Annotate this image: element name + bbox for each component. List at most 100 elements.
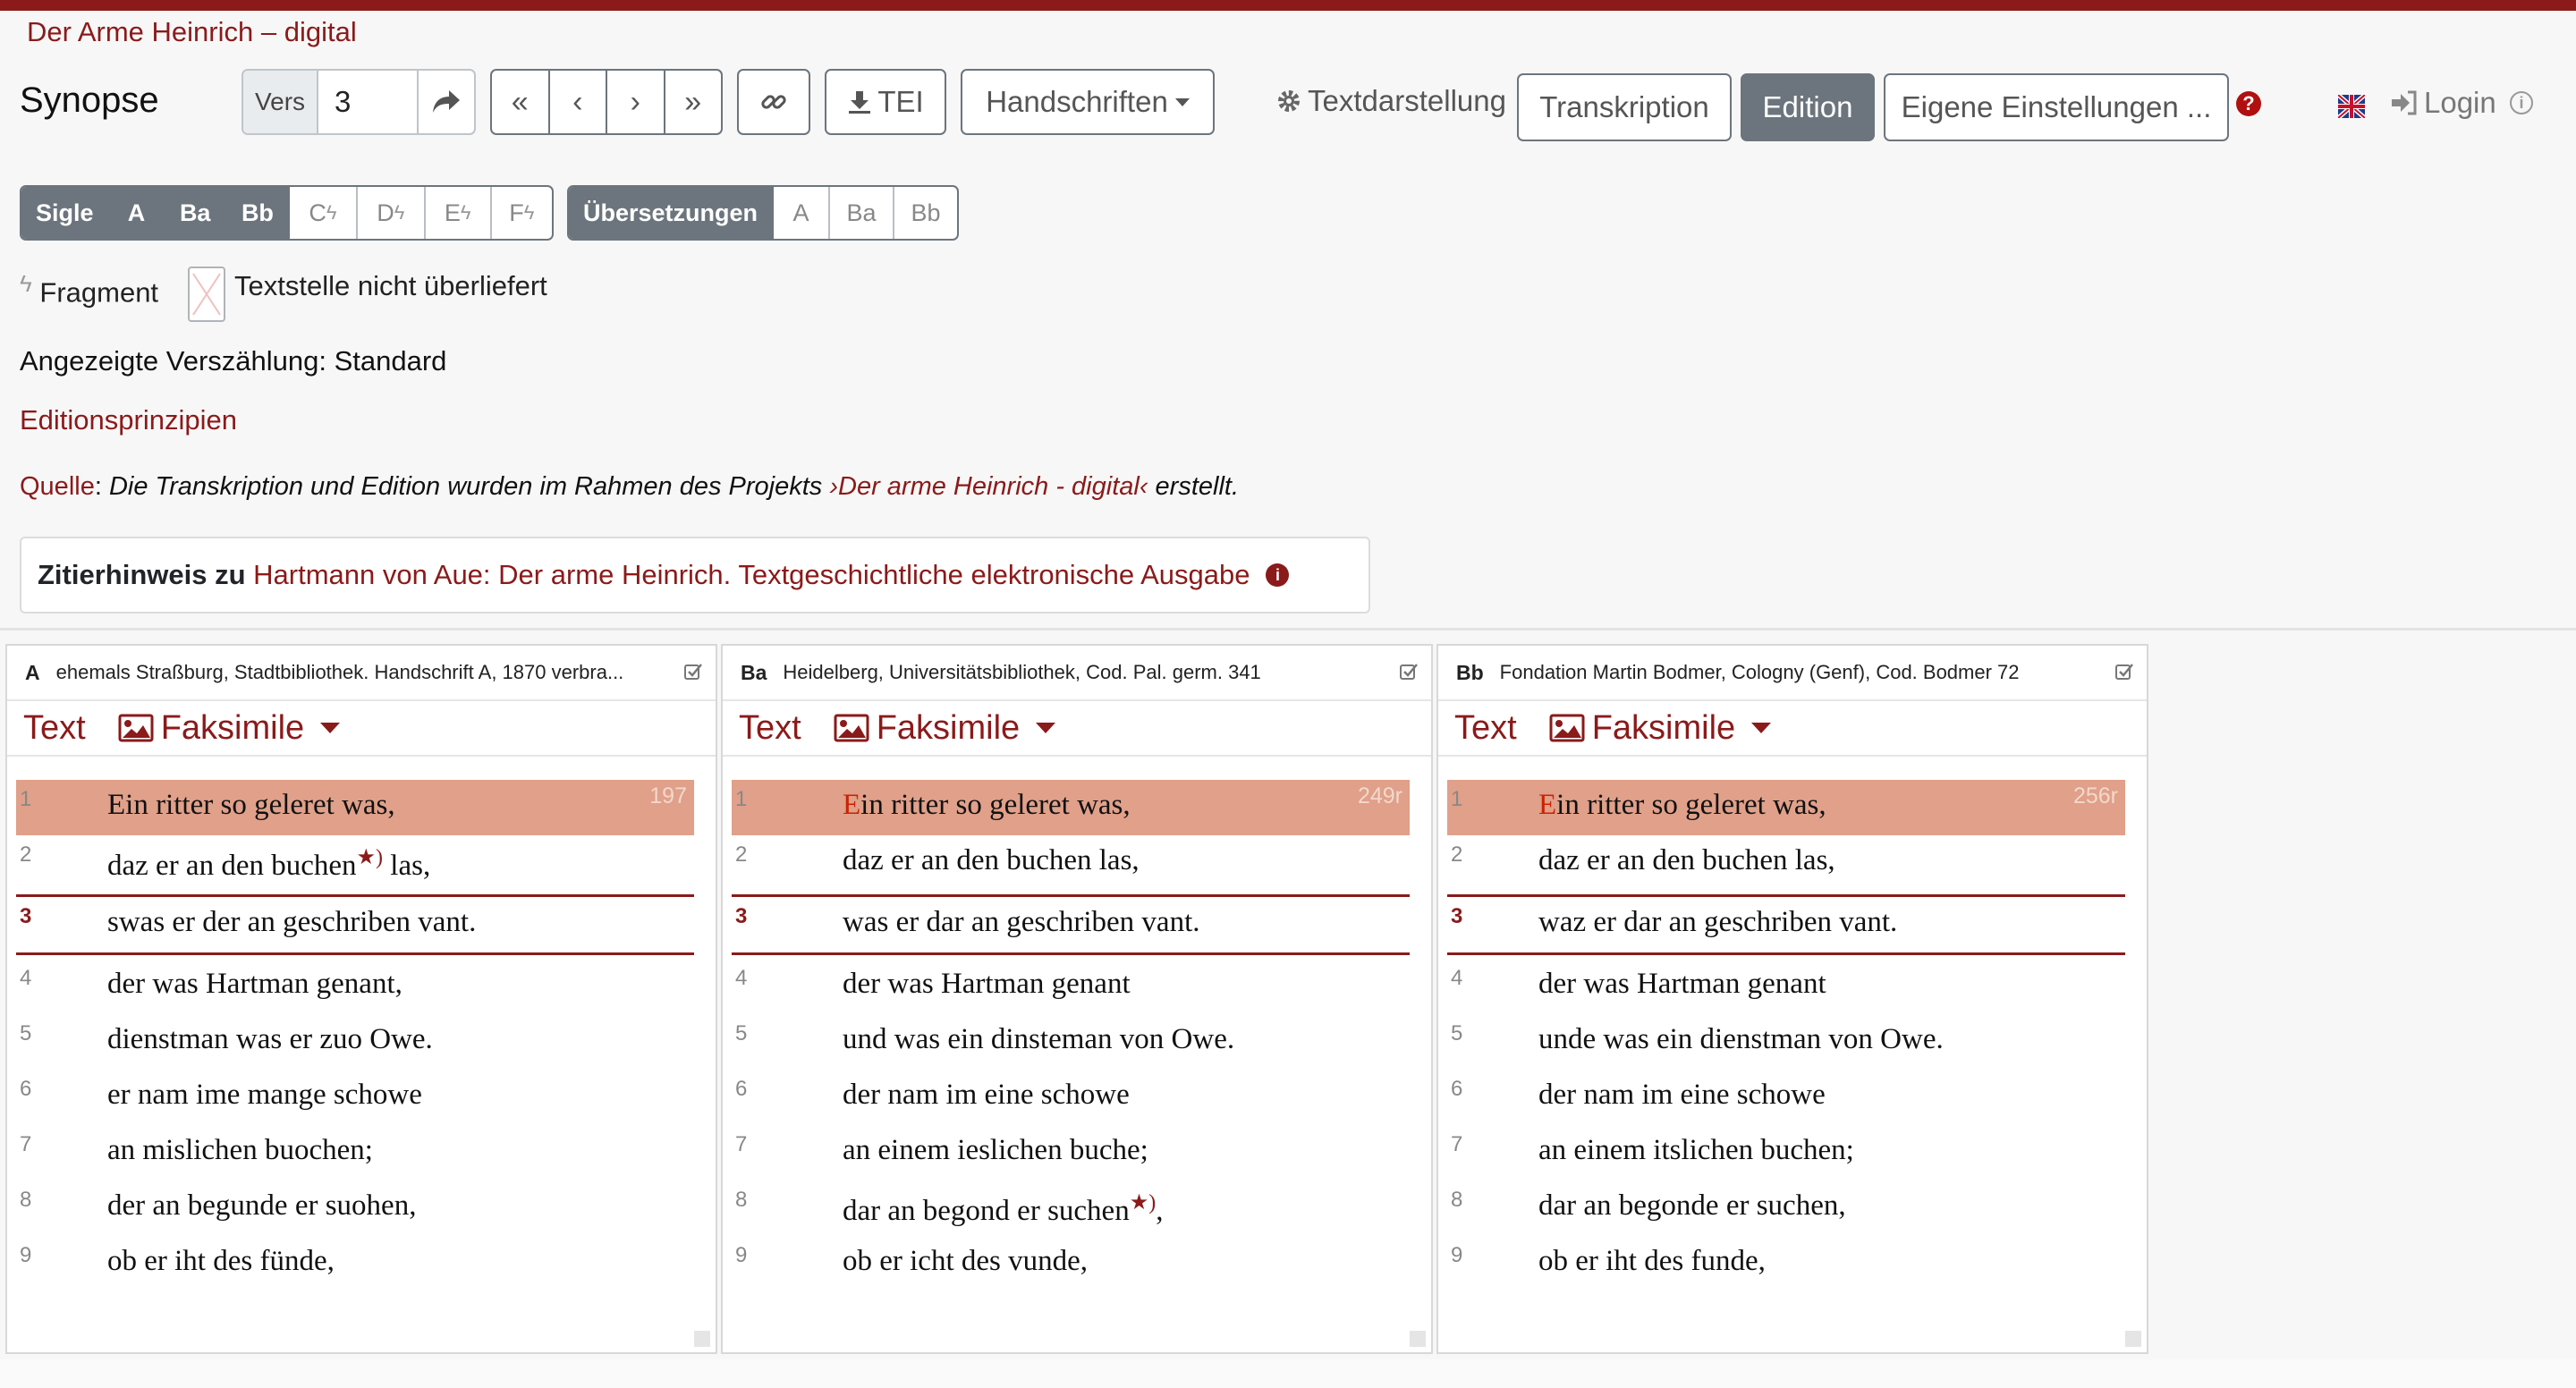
caret-down-icon: [320, 723, 341, 733]
last-verse-button[interactable]: »: [665, 71, 722, 133]
verse-row[interactable]: 4 der was Hartman genant: [1447, 959, 2125, 1014]
verse-row[interactable]: 3 was er dar an geschriben vant.: [732, 894, 1410, 955]
verse-row[interactable]: 8 dar an begond er suchen★),: [732, 1181, 1410, 1236]
login-info-icon[interactable]: i: [2510, 91, 2533, 114]
tab-text[interactable]: Text: [739, 709, 801, 748]
prev-verse-button[interactable]: ‹: [550, 71, 607, 133]
verse-text: und was ein dinsteman von Owe.: [843, 1023, 1235, 1055]
zitierhinweis-link[interactable]: Hartmann von Aue: Der arme Heinrich. Tex…: [253, 559, 1250, 591]
verse-row[interactable]: 9 ob er iht des fünde,: [16, 1236, 694, 1291]
verse-number: 5: [1451, 1021, 1463, 1045]
verse-number: 6: [20, 1077, 32, 1101]
help-icon[interactable]: ?: [2236, 91, 2261, 116]
project-link[interactable]: ›Der arme Heinrich - digital‹: [829, 472, 1148, 501]
go-to-verse-button[interactable]: [419, 71, 474, 133]
page-title: Synopse: [20, 80, 159, 120]
translation-Ba-toggle[interactable]: Ba: [830, 187, 895, 239]
verse-row[interactable]: 9 ob er iht des funde,: [1447, 1236, 2125, 1291]
resize-handle[interactable]: [2125, 1331, 2141, 1347]
tab-text[interactable]: Text: [1454, 709, 1517, 748]
translation-A-toggle[interactable]: A: [774, 187, 831, 239]
verse-row[interactable]: 7 an mislichen buochen;: [16, 1125, 694, 1181]
fragment-bolt-icon: ϟ: [394, 201, 405, 224]
sigle-C-toggle[interactable]: Cϟ: [290, 187, 358, 239]
verse-row[interactable]: 6 er nam ime mange schowe: [16, 1070, 694, 1125]
verse-row[interactable]: 1 Ein ritter so geleret was, 256r: [1447, 780, 2125, 835]
verse-number: 8: [735, 1188, 748, 1212]
tab-faksimile[interactable]: Faksimile: [118, 709, 341, 748]
translation-Bb-toggle[interactable]: Bb: [894, 187, 957, 239]
annotation-star[interactable]: ★): [1130, 1191, 1157, 1214]
link-button[interactable]: [737, 69, 810, 135]
info-circle-icon[interactable]: i: [1266, 563, 1290, 587]
transkription-button[interactable]: Transkription: [1517, 73, 1732, 141]
quelle-line: Quelle: Die Transkription und Edition wu…: [20, 472, 1240, 501]
tei-download-button[interactable]: TEI: [825, 69, 946, 135]
sigle-E-toggle[interactable]: Eϟ: [426, 187, 492, 239]
app-title[interactable]: Der Arme Heinrich – digital: [27, 16, 357, 48]
tab-faksimile[interactable]: Faksimile: [834, 709, 1056, 748]
next-verse-button[interactable]: ›: [607, 71, 665, 133]
handschriften-label: Handschriften: [986, 85, 1168, 118]
checkbox-icon[interactable]: [683, 662, 703, 681]
login-link[interactable]: Login: [2390, 86, 2496, 120]
verse-row[interactable]: 3 waz er dar an geschriben vant.: [1447, 894, 2125, 955]
tab-faksimile[interactable]: Faksimile: [1549, 709, 1772, 748]
checkbox-icon[interactable]: [2114, 662, 2134, 681]
verse-number: 8: [20, 1188, 32, 1212]
verse-row[interactable]: 8 der an begunde er suohen,: [16, 1181, 694, 1236]
verse-row[interactable]: 4 der was Hartman genant,: [16, 959, 694, 1014]
verse-text: ob er iht des funde,: [1538, 1245, 1766, 1277]
sigle-Bb-toggle[interactable]: Bb: [226, 187, 290, 239]
tab-text[interactable]: Text: [23, 709, 86, 748]
verse-row[interactable]: 7 an einem itslichen buchen;: [1447, 1125, 2125, 1181]
verse-text: dienstman was er zuo Owe.: [107, 1023, 433, 1055]
verse-row[interactable]: 2 daz er an den buchen las,: [732, 835, 1410, 891]
legend-fragment: ϟ Fragment: [20, 270, 159, 309]
verse-row[interactable]: 2 daz er an den buchen las,: [1447, 835, 2125, 891]
verse-number: 5: [20, 1021, 32, 1045]
sigle-A-toggle[interactable]: A: [109, 187, 165, 239]
verse-row[interactable]: 5 unde was ein dienstman von Owe.: [1447, 1014, 2125, 1070]
verse-row[interactable]: 2 daz er an den buchen★) las,: [16, 835, 694, 891]
verse-number: 8: [1451, 1188, 1463, 1212]
sigle-D-toggle[interactable]: Dϟ: [358, 187, 426, 239]
legend-missing: Textstelle nicht überliefert: [234, 270, 547, 301]
section-divider: [0, 628, 2576, 631]
verse-row[interactable]: 9 ob er icht des vunde,: [732, 1236, 1410, 1291]
vers-input[interactable]: 3: [318, 71, 419, 133]
verse-row[interactable]: 5 und was ein dinsteman von Owe.: [732, 1014, 1410, 1070]
checkbox-icon[interactable]: [1399, 662, 1419, 681]
verse-row[interactable]: 3 swas er der an geschriben vant.: [16, 894, 694, 955]
resize-handle[interactable]: [1410, 1331, 1426, 1347]
annotation-star[interactable]: ★): [357, 846, 384, 869]
verse-row[interactable]: 6 der nam im eine schowe: [1447, 1070, 2125, 1125]
verse-row[interactable]: 4 der was Hartman genant: [732, 959, 1410, 1014]
verse-row[interactable]: 8 dar an begonde er suchen,: [1447, 1181, 2125, 1236]
verse-number: 7: [20, 1132, 32, 1156]
verse-list: 1 Ein ritter so geleret was, 249r 2 daz er a…: [732, 780, 1410, 1291]
verse-row[interactable]: 7 an einem ieslichen buche;: [732, 1125, 1410, 1181]
edition-button[interactable]: Edition: [1741, 73, 1875, 141]
sigle-selector: Sigle A Ba Bb Cϟ Dϟ Eϟ Fϟ: [20, 185, 554, 241]
resize-handle[interactable]: [694, 1331, 710, 1347]
panel-header: Aehemals Straßburg, Stadtbibliothek. Han…: [7, 646, 716, 701]
handschriften-dropdown[interactable]: Handschriften: [961, 69, 1215, 135]
eigene-einstellungen-button[interactable]: Eigene Einstellungen ...: [1884, 73, 2229, 141]
verse-row[interactable]: 1 Ein ritter so geleret was, 197: [16, 780, 694, 835]
first-verse-button[interactable]: «: [492, 71, 550, 133]
fragment-bolt-icon: ϟ: [460, 201, 471, 224]
sigle-Ba-toggle[interactable]: Ba: [165, 187, 227, 239]
verse-number: 2: [20, 842, 32, 867]
verse-row[interactable]: 1 Ein ritter so geleret was, 249r: [732, 780, 1410, 835]
quelle-label: Quelle: [20, 472, 95, 501]
sigle-label: Sigle: [21, 187, 110, 239]
verse-text: ob er iht des fünde,: [107, 1245, 335, 1277]
verse-number: 3: [20, 904, 32, 928]
editionsprinzipien-link[interactable]: Editionsprinzipien: [20, 404, 237, 436]
verse-row[interactable]: 5 dienstman was er zuo Owe.: [16, 1014, 694, 1070]
verse-initial: E: [1538, 789, 1557, 821]
uk-flag-icon[interactable]: [2338, 95, 2365, 118]
sigle-F-toggle[interactable]: Fϟ: [492, 187, 552, 239]
verse-row[interactable]: 6 der nam im eine schowe: [732, 1070, 1410, 1125]
